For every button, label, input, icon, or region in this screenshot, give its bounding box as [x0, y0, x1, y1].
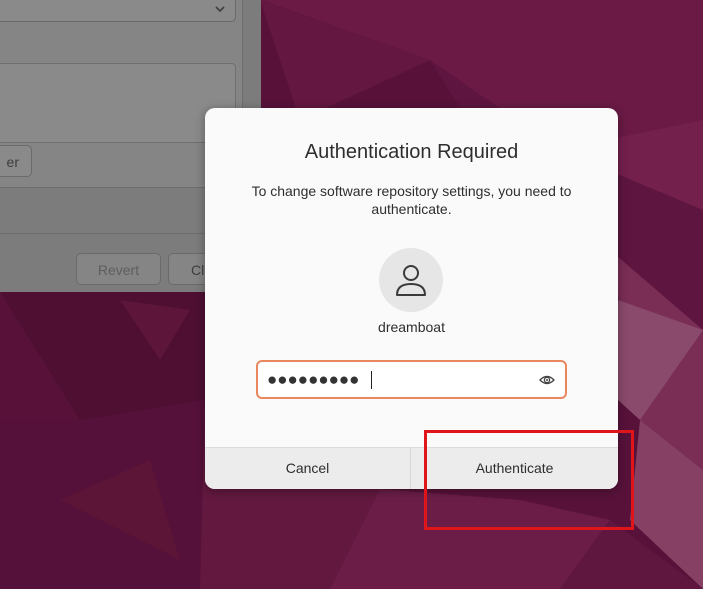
text-caret	[371, 371, 372, 389]
cancel-button[interactable]: Cancel	[205, 448, 411, 489]
background-combo	[0, 0, 236, 22]
password-field[interactable]: ●●●●●●●●●	[256, 360, 567, 399]
authentication-dialog: Authentication Required To change softwa…	[205, 108, 618, 489]
revert-button: Revert	[76, 253, 161, 285]
password-value: ●●●●●●●●●	[267, 370, 360, 389]
authenticate-button[interactable]: Authenticate	[411, 448, 618, 489]
username-label: dreamboat	[378, 319, 445, 335]
background-textarea	[0, 63, 236, 143]
user-icon	[396, 265, 426, 296]
background-partial-button: er	[0, 145, 32, 177]
dialog-button-row: Cancel Authenticate	[205, 447, 618, 489]
dialog-description: To change software repository settings, …	[251, 183, 572, 217]
eye-icon[interactable]	[539, 373, 555, 387]
chevron-down-icon	[215, 6, 225, 13]
dialog-title: Authentication Required	[304, 141, 519, 163]
avatar	[379, 248, 443, 312]
